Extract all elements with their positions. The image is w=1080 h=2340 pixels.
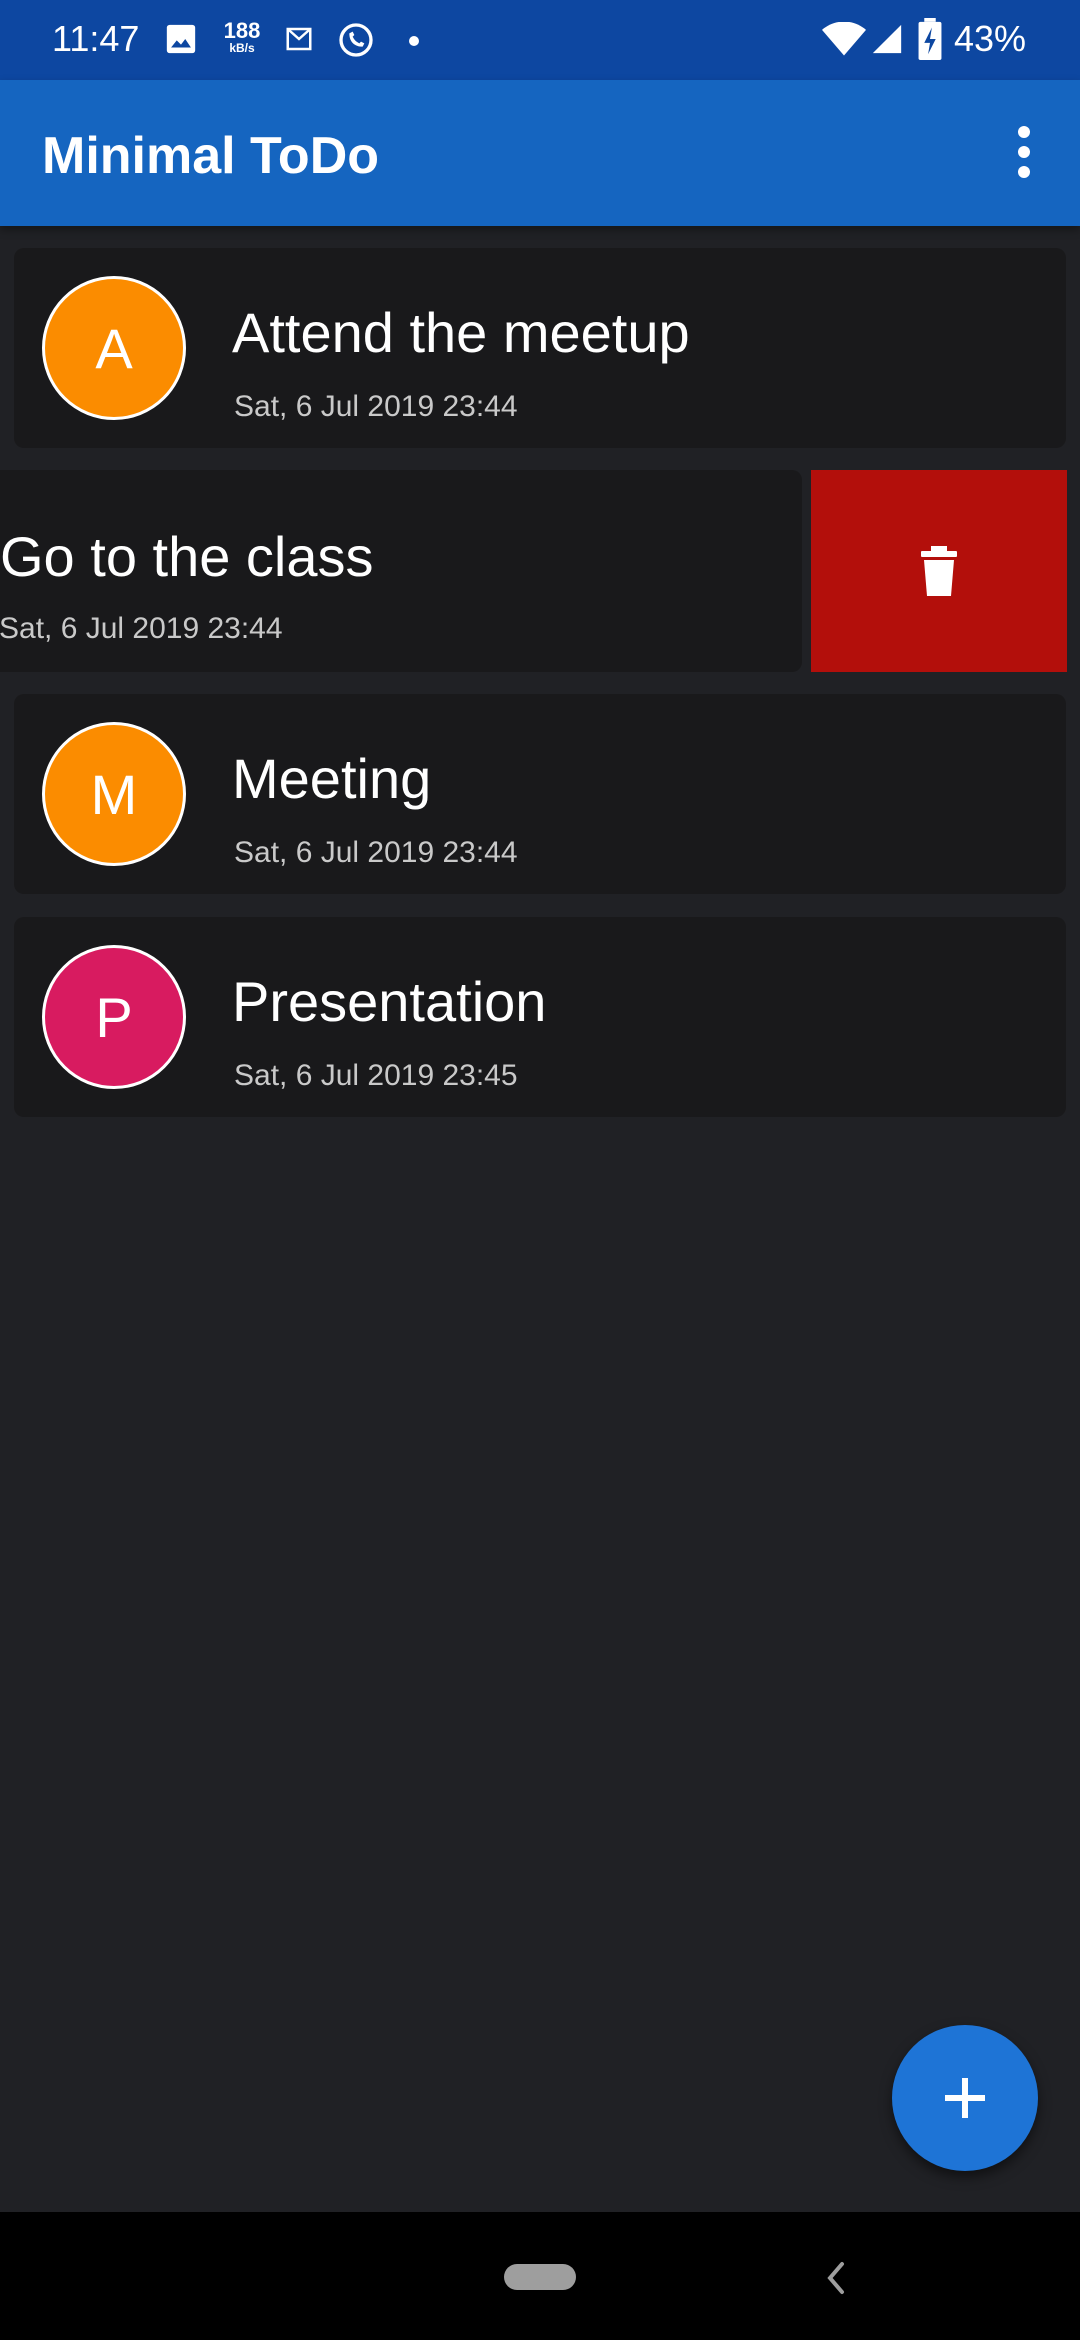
avatar: P (42, 945, 186, 1089)
whatsapp-icon (336, 20, 376, 65)
speed-unit: kB/s (229, 41, 255, 55)
wifi-icon (822, 21, 866, 61)
app-title: Minimal ToDo (42, 127, 380, 185)
add-icon (945, 2078, 985, 2118)
todo-item-meeting[interactable]: M Meeting Sat, 6 Jul 2019 23:44 (14, 694, 1066, 894)
todo-item-go-to-the-class[interactable]: Go to the class Sat, 6 Jul 2019 23:44 (0, 470, 1080, 672)
todo-title: Presentation (232, 970, 547, 1033)
todo-date: Sat, 6 Jul 2019 23:44 (234, 836, 518, 869)
avatar: A (42, 276, 186, 420)
image-icon (164, 22, 198, 61)
signal-icon (870, 22, 904, 61)
notification-dot-icon (408, 34, 420, 52)
system-nav-bar (0, 2212, 1080, 2340)
home-pill-icon[interactable] (504, 2264, 576, 2290)
battery-charging-icon (918, 18, 942, 65)
avatar-initial: P (95, 985, 133, 1049)
swiped-card[interactable]: Go to the class Sat, 6 Jul 2019 23:44 (0, 470, 802, 672)
more-vert-icon[interactable] (1002, 120, 1046, 184)
todo-item-presentation[interactable]: P Presentation Sat, 6 Jul 2019 23:45 (14, 917, 1066, 1117)
delete-button[interactable] (811, 470, 1067, 672)
status-time: 11:47 (52, 18, 140, 59)
app-bar: Minimal ToDo (0, 80, 1080, 226)
todo-date: Sat, 6 Jul 2019 23:44 (234, 390, 518, 423)
speed-value: 188 (223, 18, 261, 43)
battery-percent: 43% (954, 18, 1027, 59)
add-todo-button[interactable] (892, 2025, 1038, 2171)
todo-date: Sat, 6 Jul 2019 23:45 (234, 1059, 518, 1092)
delete-icon (921, 546, 957, 596)
status-bar: 11:47 188 kB/s 43% (0, 0, 1080, 80)
todo-title: Go to the class (0, 525, 374, 588)
todo-item-attend-the-meetup[interactable]: A Attend the meetup Sat, 6 Jul 2019 23:4… (14, 248, 1066, 448)
avatar-initial: A (95, 316, 133, 380)
network-speed: 188 kB/s (222, 18, 262, 55)
todo-title: Attend the meetup (232, 301, 690, 364)
avatar-initial: M (90, 762, 138, 826)
gmail-icon (284, 24, 314, 59)
todo-title: Meeting (232, 747, 432, 810)
back-chevron-icon[interactable] (820, 2256, 850, 2300)
todo-date: Sat, 6 Jul 2019 23:44 (0, 612, 283, 645)
avatar: M (42, 722, 186, 866)
